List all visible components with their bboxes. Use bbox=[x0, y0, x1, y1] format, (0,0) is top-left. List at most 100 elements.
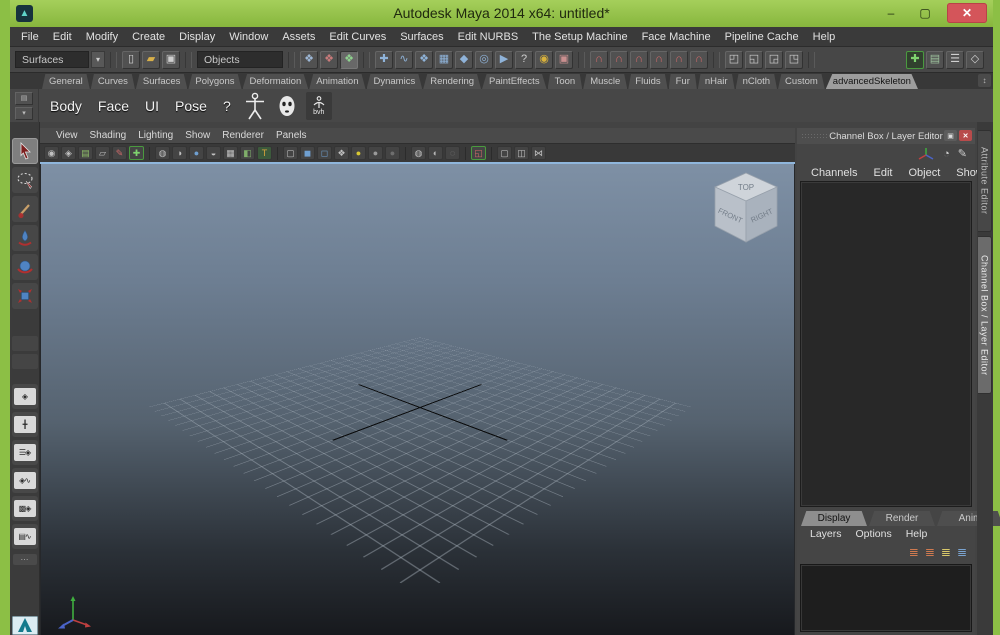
object-menu[interactable]: Object bbox=[902, 167, 946, 179]
select-hierarchy-icon[interactable]: ❖ bbox=[300, 51, 318, 69]
statusline-separator[interactable] bbox=[110, 52, 117, 68]
menuset-dropdown[interactable]: Surfaces bbox=[15, 51, 89, 68]
new-scene-icon[interactable]: ▯ bbox=[122, 51, 140, 69]
motion-blur-icon[interactable]: ● bbox=[385, 146, 400, 160]
help-menu[interactable]: Help bbox=[899, 528, 935, 540]
layout-more-button[interactable]: ⋯ bbox=[13, 554, 37, 565]
view-cube[interactable]: TOP FRONT RIGHT bbox=[712, 170, 780, 251]
shelf-button-body[interactable]: Body bbox=[45, 98, 87, 114]
wireframe-mode-icon[interactable]: ◍ bbox=[155, 146, 170, 160]
float-panel-icon[interactable]: ▣ bbox=[944, 130, 957, 141]
lasso-tool[interactable] bbox=[12, 167, 38, 193]
menu-pipeline-cache[interactable]: Pipeline Cache bbox=[718, 31, 806, 43]
vertex-color-icon[interactable]: ◧ bbox=[240, 146, 255, 160]
layout-hypershade-persp-button[interactable]: ▩◈ bbox=[12, 496, 38, 521]
snap-point-icon[interactable]: ∩ bbox=[630, 51, 648, 69]
shelf-tab-animation[interactable]: Animation bbox=[309, 74, 365, 89]
tool-settings-toggle-icon[interactable]: ☰ bbox=[946, 51, 964, 69]
shelf-tab-polygons[interactable]: Polygons bbox=[188, 74, 241, 89]
statusline-separator[interactable] bbox=[363, 52, 370, 68]
channel-box-header[interactable]: Channel Box / Layer Editor ▣ ✕ bbox=[797, 128, 975, 144]
statusline-separator[interactable] bbox=[713, 52, 720, 68]
layer-tab-display[interactable]: Display bbox=[801, 511, 867, 526]
layout-persp-curve-button[interactable]: ▤∿ bbox=[12, 524, 38, 549]
tpose-figure-icon[interactable] bbox=[242, 92, 268, 120]
menu-edit-nurbs[interactable]: Edit NURBS bbox=[451, 31, 526, 43]
shelf-tab-ncloth[interactable]: nCloth bbox=[736, 74, 777, 89]
uv-texture-editor-icon[interactable]: T bbox=[257, 146, 272, 160]
all-lights-icon[interactable]: ◼ bbox=[300, 146, 315, 160]
isolate-select-icon[interactable]: ◱ bbox=[471, 146, 486, 160]
highlight-selection-icon[interactable]: ▣ bbox=[555, 51, 573, 69]
select-object-icon[interactable]: ❖ bbox=[320, 51, 338, 69]
shelf-tab-fluids[interactable]: Fluids bbox=[628, 74, 667, 89]
shelf-button-help[interactable]: ? bbox=[218, 98, 236, 114]
shelf-tab-muscle[interactable]: Muscle bbox=[583, 74, 627, 89]
menu-setup-machine[interactable]: The Setup Machine bbox=[525, 31, 634, 43]
shelf-tab-deformation[interactable]: Deformation bbox=[243, 74, 309, 89]
mask-points-icon[interactable]: ✚ bbox=[375, 51, 393, 69]
snap-projected-center-icon[interactable]: ∩ bbox=[650, 51, 668, 69]
snap-curve-icon[interactable]: ∩ bbox=[610, 51, 628, 69]
shelf-menu-icon[interactable]: ▾ bbox=[15, 107, 33, 120]
channel-pencil-icon[interactable]: ✎ bbox=[958, 149, 967, 160]
bvh-import-icon[interactable]: bvh bbox=[306, 92, 332, 120]
perspective-viewport[interactable]: TOP FRONT RIGHT bbox=[40, 164, 795, 635]
pan-zoom-2d-icon[interactable]: ✎ bbox=[112, 146, 127, 160]
panel-menu-renderer[interactable]: Renderer bbox=[216, 130, 270, 141]
shelf-tab-fur[interactable]: Fur bbox=[669, 74, 697, 89]
snap-view-plane-icon[interactable]: ∩ bbox=[670, 51, 688, 69]
shelf-tab-menu-icon[interactable]: ▤ bbox=[15, 92, 33, 105]
maximize-button[interactable]: ▢ bbox=[915, 6, 935, 20]
panel-menu-view[interactable]: View bbox=[50, 130, 84, 141]
snap-grid-icon[interactable]: ∩ bbox=[590, 51, 608, 69]
xray-mode-icon[interactable]: ◍ bbox=[411, 146, 426, 160]
shelf-tab-surfaces[interactable]: Surfaces bbox=[136, 74, 188, 89]
shelf-tab-curves[interactable]: Curves bbox=[91, 74, 135, 89]
shelf-tab-custom[interactable]: Custom bbox=[778, 74, 825, 89]
title-bar[interactable]: ▲ Autodesk Maya 2014 x64: untitled* – ▢ … bbox=[10, 0, 993, 27]
menu-surfaces[interactable]: Surfaces bbox=[393, 31, 450, 43]
viewcube-top-label[interactable]: TOP bbox=[738, 183, 754, 192]
mask-deformations-icon[interactable]: ▦ bbox=[435, 51, 453, 69]
grease-pencil-icon[interactable]: ✚ bbox=[129, 146, 144, 160]
select-component-icon[interactable]: ❖ bbox=[340, 51, 358, 69]
statusline-separator[interactable] bbox=[578, 52, 585, 68]
open-scene-icon[interactable]: ▰ bbox=[142, 51, 160, 69]
bookmark-icon[interactable]: ▤ bbox=[78, 146, 93, 160]
side-tab-attribute-editor[interactable]: Attribute Editor bbox=[978, 130, 992, 232]
statusline-separator[interactable] bbox=[288, 52, 295, 68]
ambient-occlusion-icon[interactable]: ● bbox=[368, 146, 383, 160]
statusline-separator[interactable] bbox=[185, 52, 192, 68]
move-layer-up-icon[interactable]: ≣ bbox=[909, 545, 919, 559]
move-tool[interactable] bbox=[12, 225, 38, 251]
panel-grip-handle[interactable] bbox=[801, 133, 827, 139]
minimize-button[interactable]: – bbox=[881, 6, 901, 20]
xray-joints-icon[interactable]: ◌ bbox=[445, 146, 460, 160]
xray-active-icon[interactable]: ◐ bbox=[428, 146, 443, 160]
shelf-tab-general[interactable]: General bbox=[42, 74, 90, 89]
menu-face-machine[interactable]: Face Machine bbox=[635, 31, 718, 43]
channel-box-list[interactable] bbox=[800, 181, 972, 507]
make-live-icon[interactable]: ∩ bbox=[690, 51, 708, 69]
duplicate-view-icon[interactable]: ◫ bbox=[514, 146, 529, 160]
history-icon[interactable]: ◲ bbox=[765, 51, 783, 69]
statusline-separator[interactable] bbox=[808, 52, 815, 68]
menu-modify[interactable]: Modify bbox=[79, 31, 125, 43]
channels-menu[interactable]: Channels bbox=[805, 167, 863, 179]
speed-ramp-icon[interactable]: ◔ bbox=[943, 149, 950, 160]
manipulator-axes-icon[interactable] bbox=[917, 147, 935, 161]
menuset-dropdown-arrow-icon[interactable]: ▾ bbox=[91, 51, 105, 68]
move-layer-down-icon[interactable]: ≣ bbox=[925, 545, 935, 559]
shelf-button-ui[interactable]: UI bbox=[140, 98, 164, 114]
layers-menu[interactable]: Layers bbox=[803, 528, 849, 540]
layout-persp-outliner-button[interactable]: ☰◈ bbox=[12, 440, 38, 465]
camera-select-icon[interactable]: ◉ bbox=[44, 146, 59, 160]
shadows-icon[interactable]: ❖ bbox=[334, 146, 349, 160]
camera-attributes-icon[interactable]: ◈ bbox=[61, 146, 76, 160]
help-mode-icon[interactable]: ? bbox=[515, 51, 533, 69]
paint-select-tool[interactable] bbox=[12, 196, 38, 222]
panel-menu-shading[interactable]: Shading bbox=[84, 130, 133, 141]
shelf-button-face[interactable]: Face bbox=[93, 98, 134, 114]
image-plane-icon[interactable]: ▱ bbox=[95, 146, 110, 160]
